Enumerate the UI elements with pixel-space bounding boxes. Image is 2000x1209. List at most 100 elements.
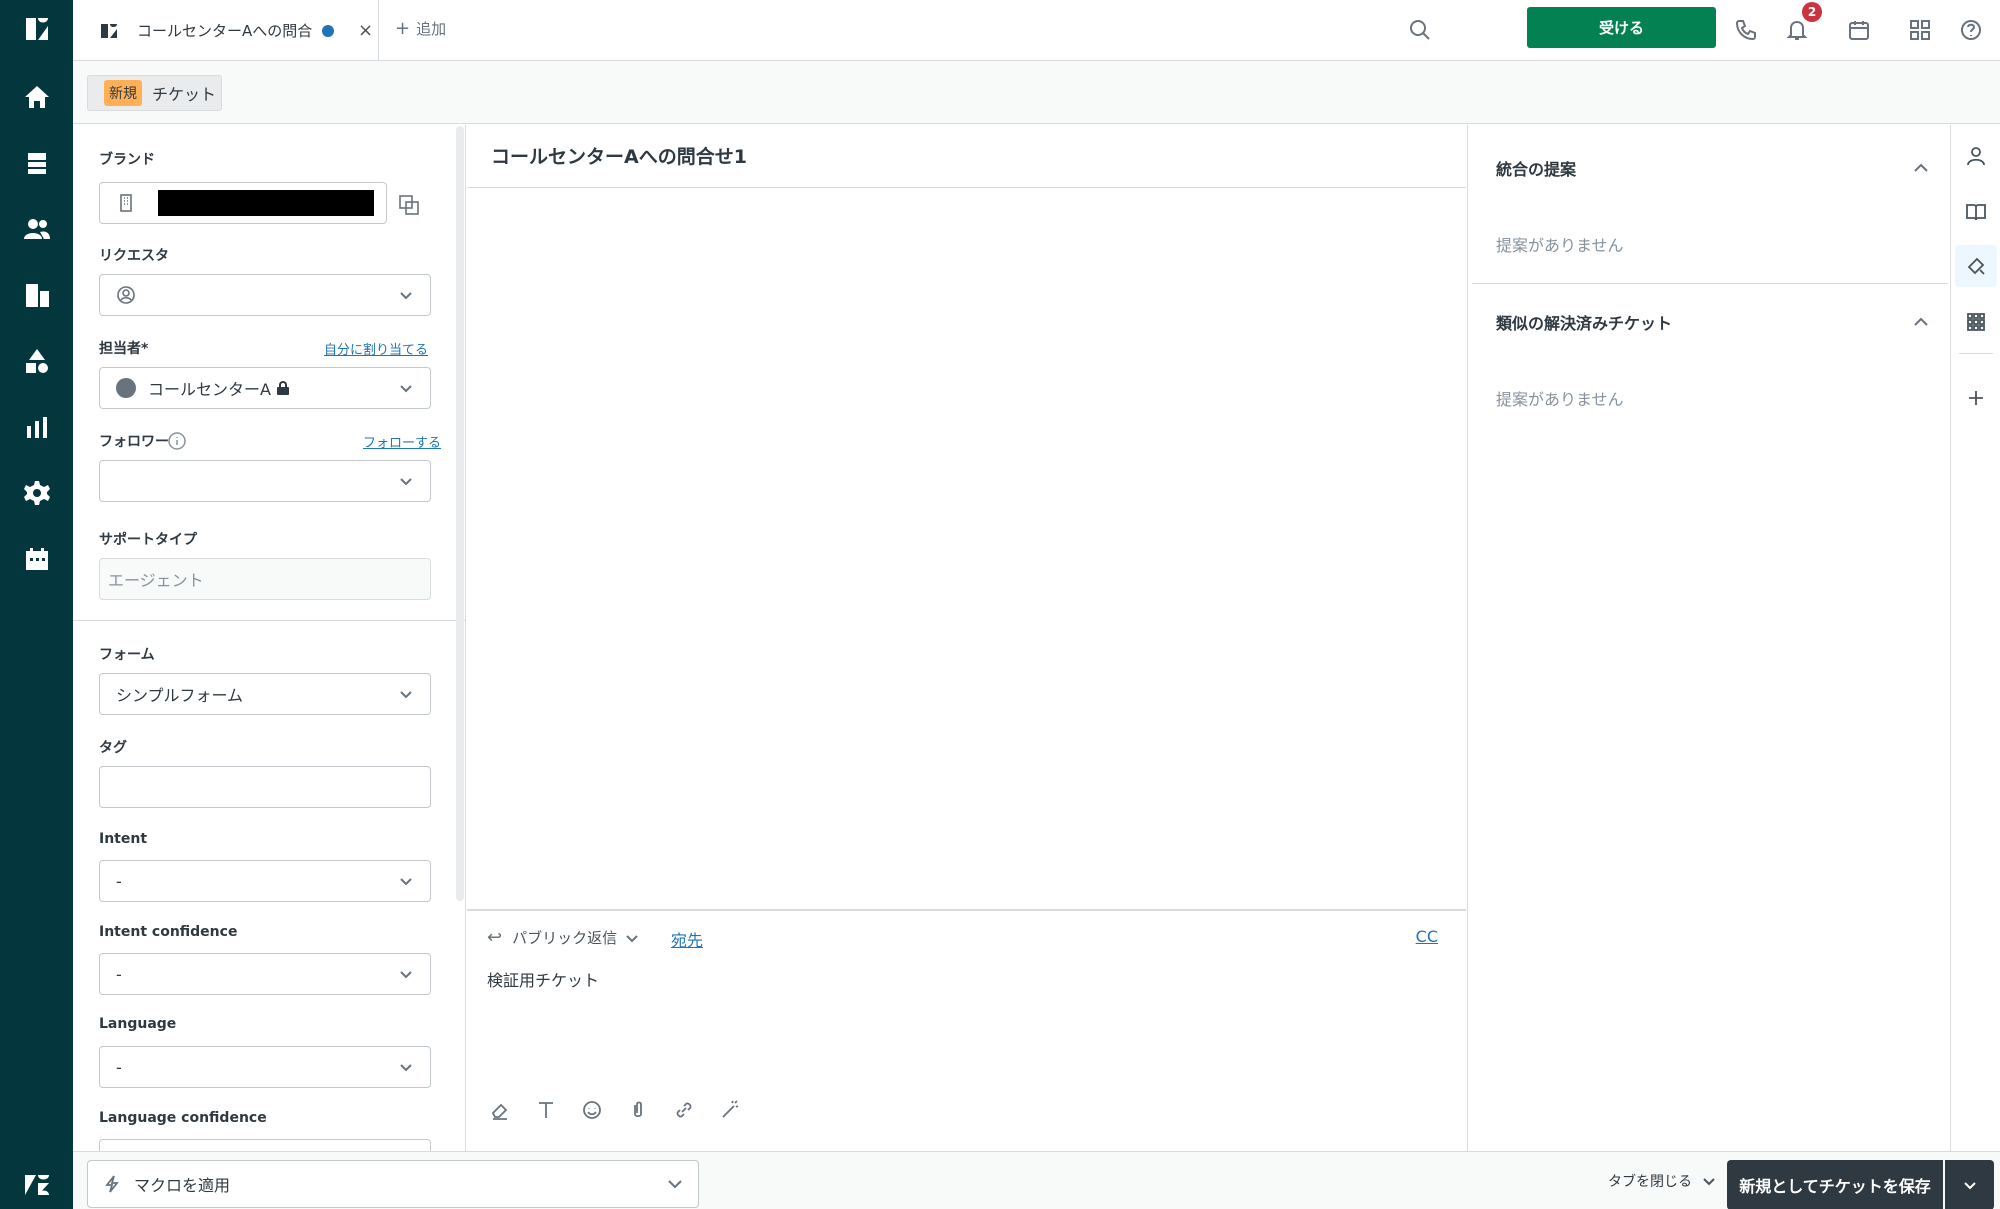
language-confidence-select[interactable] bbox=[99, 1139, 431, 1151]
close-tab-select[interactable]: タブを閉じる bbox=[1608, 1171, 1716, 1191]
admin-gear-icon[interactable] bbox=[0, 468, 73, 518]
analytics-icon[interactable] bbox=[0, 402, 73, 452]
apply-macro-select[interactable]: マクロを適用 bbox=[87, 1160, 699, 1208]
requester-label: リクエスタ bbox=[99, 248, 169, 264]
reply-type-selector[interactable]: ↩ パブリック返信 bbox=[487, 927, 639, 948]
organizations-icon[interactable] bbox=[0, 270, 73, 320]
calendar-icon[interactable] bbox=[0, 534, 73, 584]
requester-select[interactable] bbox=[99, 274, 431, 316]
chevron-down-icon bbox=[666, 1175, 684, 1193]
magic-wand-icon[interactable] bbox=[717, 1097, 743, 1123]
add-tab-button[interactable]: + 追加 bbox=[395, 18, 446, 39]
building-icon bbox=[116, 193, 136, 213]
attachment-icon[interactable] bbox=[625, 1097, 651, 1123]
intent-confidence-label: Intent confidence bbox=[99, 924, 238, 940]
assign-to-me-link[interactable]: 自分に割り当てる bbox=[324, 339, 428, 358]
conversation-pane: コールセンターAへの問合せ1 ↩ パブリック返信 宛先 CC 検証用チケット bbox=[467, 125, 1467, 1151]
intent-label: Intent bbox=[99, 831, 148, 847]
user-profile-icon[interactable] bbox=[1955, 135, 1997, 177]
reporting-shapes-icon[interactable] bbox=[0, 336, 73, 386]
knowledge-book-icon[interactable] bbox=[1955, 191, 1997, 233]
follow-link[interactable]: フォローする bbox=[363, 432, 441, 451]
reply-body[interactable]: 検証用チケット bbox=[487, 967, 599, 991]
redacted-brand-name bbox=[158, 190, 374, 216]
accept-button[interactable]: 受ける bbox=[1527, 7, 1716, 48]
submit-ticket-button[interactable]: 新規としてチケットを保存 bbox=[1727, 1160, 1943, 1209]
product-tray-icon[interactable] bbox=[1904, 14, 1936, 46]
form-select[interactable]: シンプルフォーム bbox=[99, 673, 431, 715]
close-tab-button[interactable]: × bbox=[358, 20, 373, 41]
language-value: - bbox=[116, 1057, 122, 1077]
chevron-up-icon[interactable] bbox=[1912, 159, 1930, 177]
chevron-down-icon bbox=[398, 473, 414, 489]
add-app-plus-icon[interactable] bbox=[1955, 377, 1997, 419]
assignee-select[interactable]: コールセンターA bbox=[99, 367, 431, 409]
customers-icon[interactable] bbox=[0, 204, 73, 254]
followers-label: フォロワー bbox=[99, 434, 169, 450]
intelligence-icon[interactable] bbox=[1955, 245, 1997, 287]
apps-grid-icon[interactable] bbox=[1955, 301, 1997, 343]
tab-title: コールセンターAへの問合... bbox=[137, 22, 312, 40]
language-label: Language bbox=[99, 1016, 177, 1032]
similar-tickets-title: 類似の解決済みチケット bbox=[1496, 314, 1673, 333]
link-icon[interactable] bbox=[671, 1097, 697, 1123]
reply-composer: ↩ パブリック返信 宛先 CC 検証用チケット bbox=[467, 913, 1466, 1151]
intent-value: - bbox=[116, 871, 122, 891]
merge-empty-text: 提案がありません bbox=[1496, 236, 1624, 255]
language-confidence-label: Language confidence bbox=[99, 1110, 267, 1126]
intent-confidence-value: - bbox=[116, 964, 122, 984]
assignee-label: 担当者* bbox=[99, 341, 149, 357]
agent-group-avatar bbox=[116, 378, 136, 398]
left-panel-scrollbar[interactable] bbox=[456, 126, 464, 901]
home-icon[interactable] bbox=[0, 72, 73, 122]
lock-icon bbox=[276, 381, 289, 395]
help-icon[interactable] bbox=[1955, 14, 1987, 46]
cc-link[interactable]: CC bbox=[1416, 927, 1438, 946]
tags-input[interactable] bbox=[99, 766, 431, 808]
context-panel: 統合の提案 提案がありません 類似の解決済みチケット 提案がありません bbox=[1467, 125, 1951, 1151]
submit-options-button[interactable] bbox=[1945, 1160, 1994, 1209]
plus-icon: + bbox=[395, 18, 411, 39]
lightning-bolt-icon bbox=[102, 1174, 122, 1194]
chevron-down-icon bbox=[625, 931, 639, 945]
calendar-top-icon[interactable] bbox=[1843, 14, 1875, 46]
text-format-icon[interactable] bbox=[533, 1097, 559, 1123]
ticket-properties-panel: ブランド リクエスタ 担当者* 自分に割り当てる コールセンターA フォロワー … bbox=[73, 125, 466, 1151]
new-status-badge: 新規 bbox=[104, 80, 142, 106]
chevron-down-icon bbox=[1703, 1178, 1715, 1186]
similar-empty-text: 提案がありません bbox=[1496, 390, 1624, 409]
ticket-status-pill[interactable]: 新規 チケット bbox=[87, 75, 222, 111]
ticket-subject[interactable]: コールセンターAへの問合せ1 bbox=[467, 125, 1466, 188]
eraser-icon[interactable] bbox=[487, 1097, 513, 1123]
zendesk-logo-icon[interactable] bbox=[0, 4, 73, 54]
composer-toolbar bbox=[487, 1097, 763, 1123]
to-link[interactable]: 宛先 bbox=[671, 927, 703, 951]
zendesk-z-icon bbox=[0, 1160, 73, 1209]
chevron-down-icon bbox=[398, 380, 414, 396]
intent-confidence-select[interactable]: - bbox=[99, 953, 431, 995]
brand-field[interactable] bbox=[99, 182, 387, 224]
chevron-up-icon[interactable] bbox=[1912, 313, 1930, 331]
notification-count-badge: 2 bbox=[1802, 2, 1822, 22]
copy-icon[interactable] bbox=[397, 193, 421, 217]
ticket-tab[interactable]: コールセンターAへの問合... × bbox=[73, 0, 379, 61]
form-label: フォーム bbox=[99, 647, 155, 663]
emoji-icon[interactable] bbox=[579, 1097, 605, 1123]
views-icon[interactable] bbox=[0, 138, 73, 188]
language-select[interactable]: - bbox=[99, 1046, 431, 1088]
reply-arrow-icon: ↩ bbox=[487, 927, 503, 948]
followers-select[interactable] bbox=[99, 460, 431, 502]
footer-bar: マクロを適用 タブを閉じる 新規としてチケットを保存 bbox=[73, 1151, 2000, 1209]
info-icon[interactable] bbox=[167, 431, 187, 451]
form-value: シンプルフォーム bbox=[116, 686, 244, 705]
breadcrumb-bar: 新規 チケット bbox=[73, 61, 2000, 124]
search-icon[interactable] bbox=[1404, 14, 1436, 46]
intent-select[interactable]: - bbox=[99, 860, 431, 902]
phone-icon[interactable] bbox=[1730, 14, 1762, 46]
unsaved-dot bbox=[322, 24, 334, 37]
top-bar: コールセンターAへの問合... × + 追加 受ける 2 bbox=[73, 0, 2000, 61]
chevron-down-icon bbox=[398, 1059, 414, 1075]
apply-macro-label: マクロを適用 bbox=[134, 1176, 231, 1195]
support-type-field: エージェント bbox=[99, 558, 431, 600]
brand-label: ブランド bbox=[99, 152, 155, 168]
